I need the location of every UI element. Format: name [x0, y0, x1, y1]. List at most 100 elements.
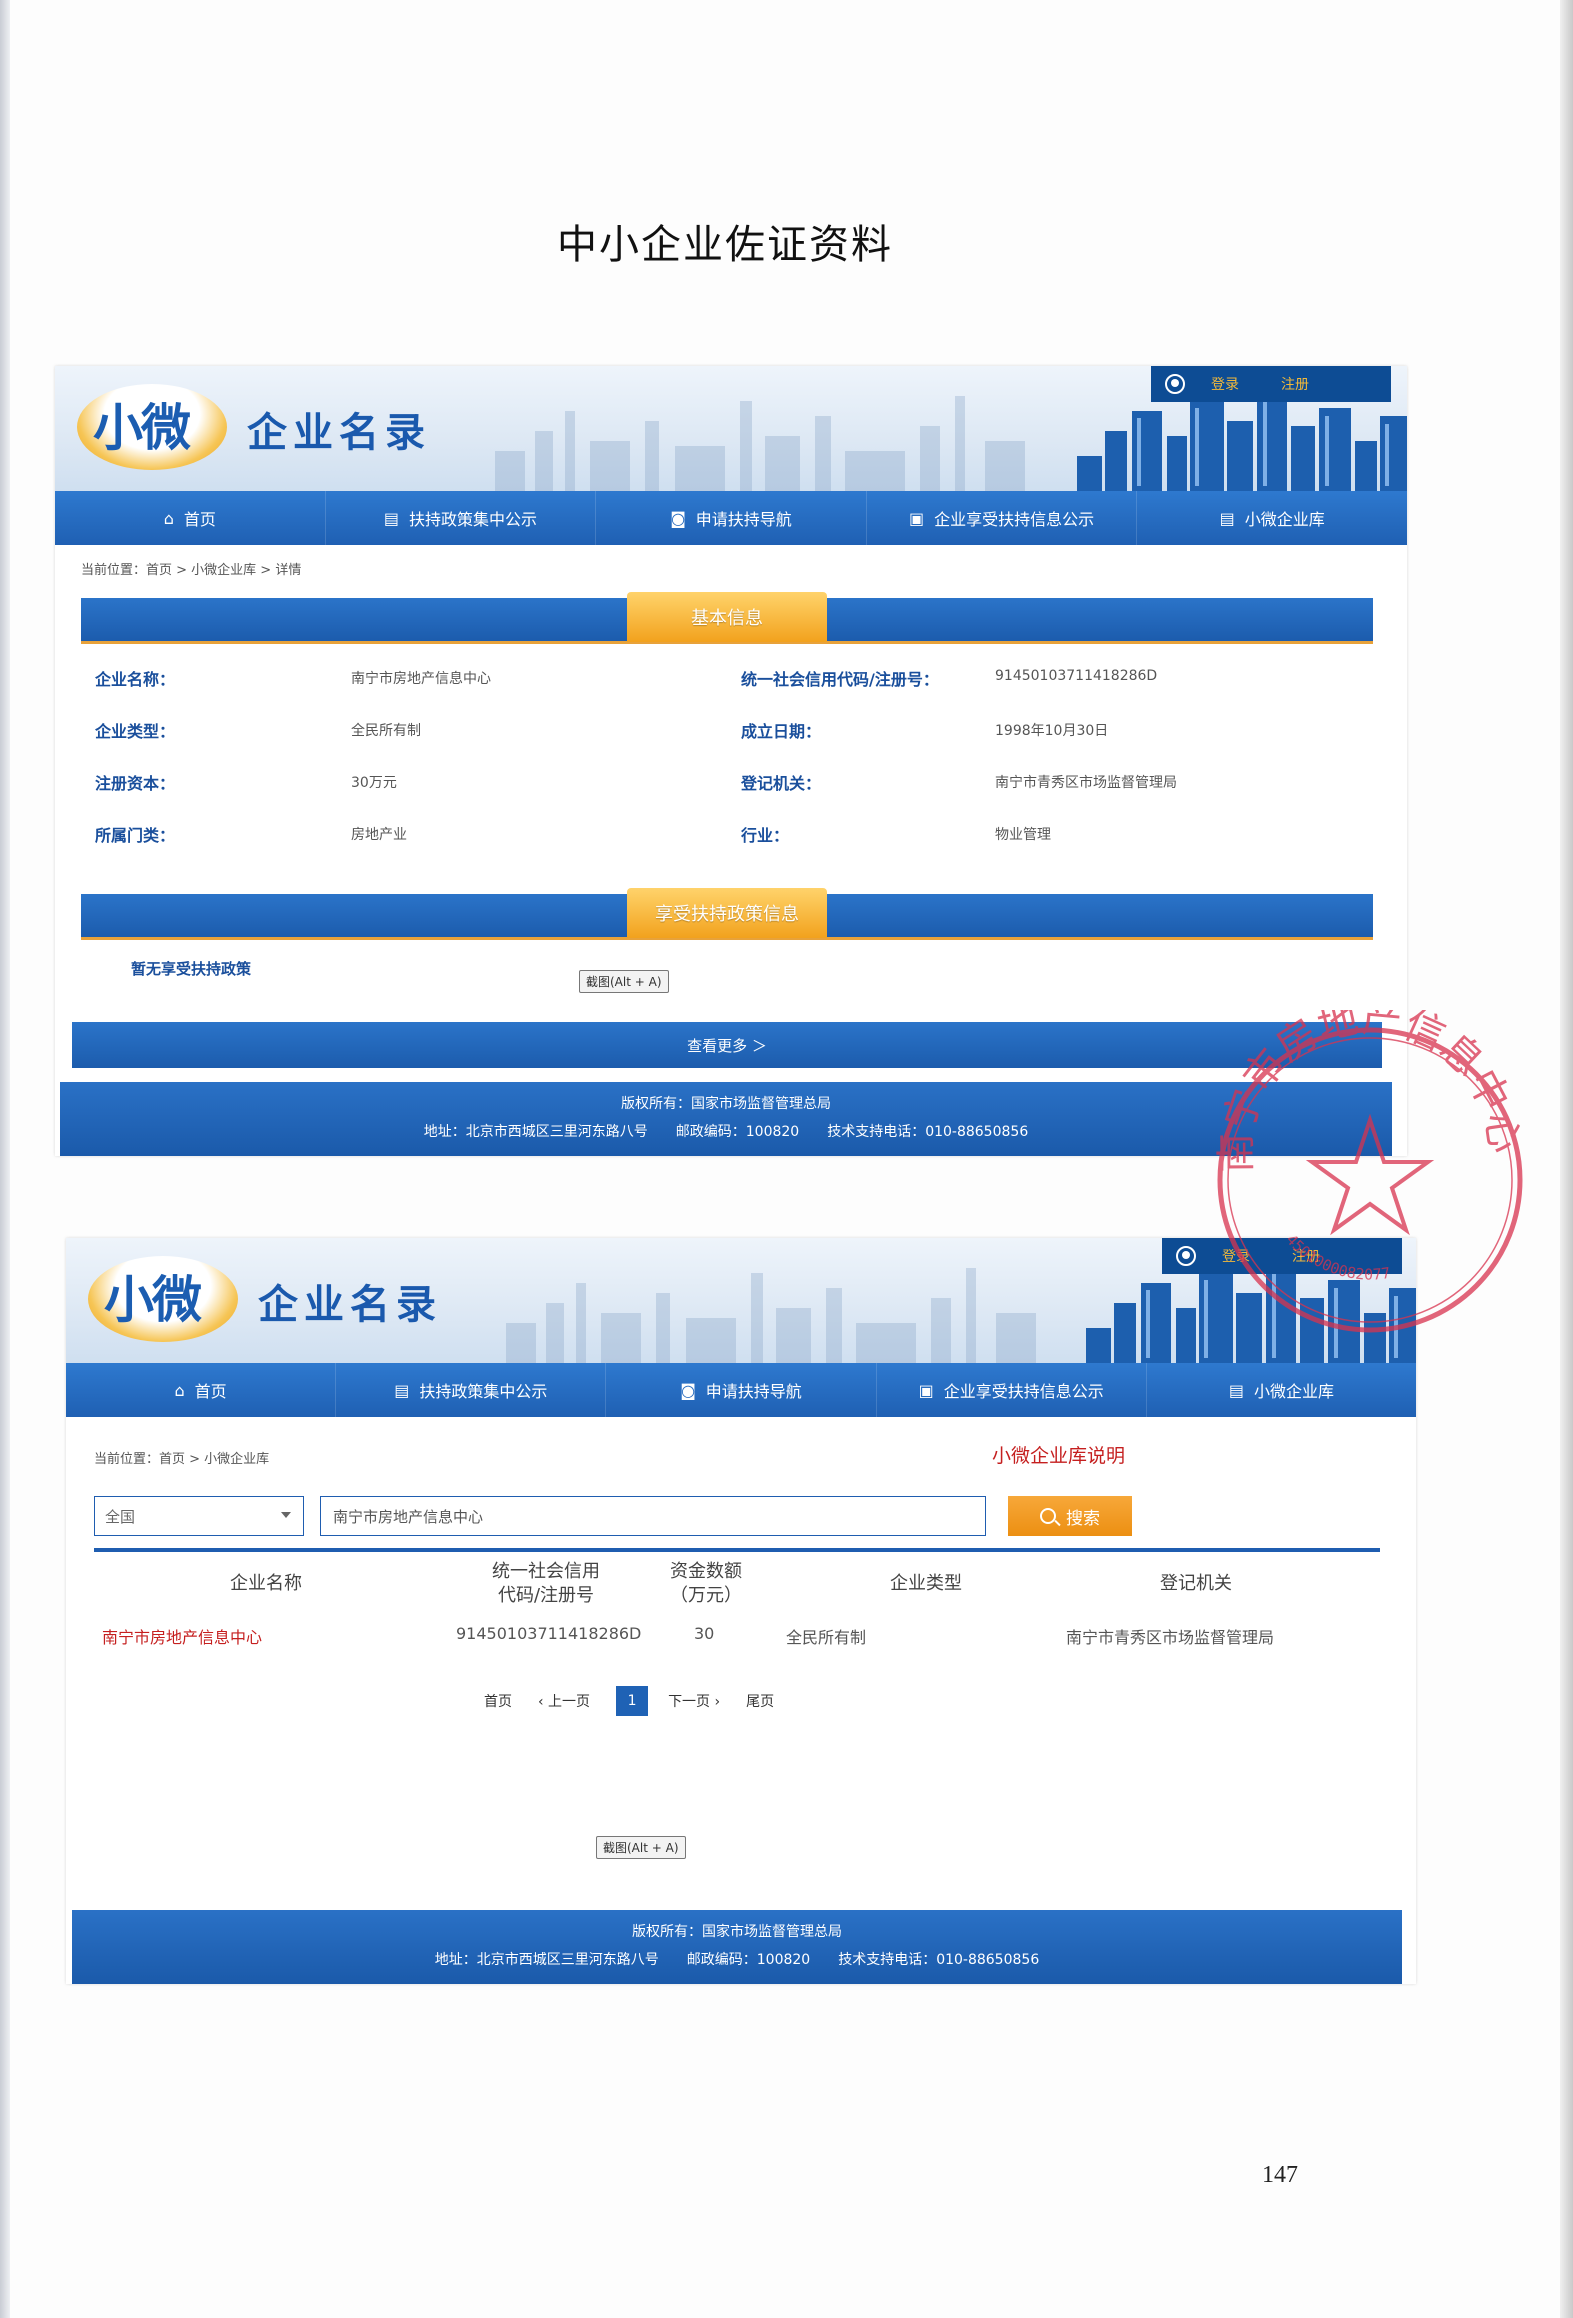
nav-enterprise-db[interactable]: ▤ 小微企业库 — [1137, 491, 1407, 545]
breadcrumb: 当前位置：首页 > 小微企业库 > 详情 — [81, 563, 302, 578]
main-nav: ⌂ 首页 ▤ 扶持政策集中公示 ◙ 申请扶持导航 ▣ 企业享受扶持信息公示 ▤ 小微企业库 — [66, 1363, 1416, 1417]
nav-support-info[interactable]: ▣ 企业享受扶持信息公示 — [877, 1363, 1147, 1417]
policy-info-bar: 享受扶持政策信息 — [81, 888, 1373, 940]
results-divider — [94, 1548, 1380, 1552]
row-type: 全民所有制 — [786, 1628, 867, 1647]
row-credit-code: 91450103711418286D — [456, 1624, 642, 1643]
nav-home[interactable]: ⌂ 首页 — [66, 1363, 337, 1417]
page-number: 147 — [1262, 2162, 1298, 2188]
search-value: 南宁市房地产信息中心 — [333, 1507, 484, 1526]
book-icon: ▤ — [394, 1380, 410, 1400]
col-header-capital: 资金数额 （万元） — [670, 1561, 742, 1606]
seal-text: 南宁市房地产信息中心 — [1214, 1010, 1527, 1173]
list-icon: ▤ — [1228, 1380, 1244, 1400]
clipboard-icon: ▣ — [918, 1380, 934, 1400]
col-header-code: 统一社会信用 代码/注册号 — [492, 1561, 600, 1606]
page-edge-left — [0, 0, 10, 2318]
pagination: 首页 ‹ 上一页 1 下一页 › 尾页 — [484, 1686, 800, 1716]
pager-last[interactable]: 尾页 — [746, 1691, 774, 1711]
pager-next[interactable]: 下一页 › — [668, 1691, 720, 1711]
faded-city-graphic — [506, 1268, 1036, 1363]
field-label-code: 统一社会信用代码/注册号： — [741, 670, 939, 689]
logo-text: 小微 — [93, 399, 191, 457]
navigation-icon: ◙ — [670, 508, 686, 528]
page-edge-right — [1560, 0, 1573, 2318]
search-input[interactable]: 南宁市房地产信息中心 — [320, 1496, 986, 1536]
svg-text:南宁市房地产信息中心: 南宁市房地产信息中心 — [1214, 1010, 1527, 1173]
policy-info-title: 享受扶持政策信息 — [627, 888, 827, 938]
field-label-authority: 登记机关： — [741, 774, 822, 793]
user-icon — [1165, 374, 1185, 394]
nav-support-info[interactable]: ▣ 企业享受扶持信息公示 — [867, 491, 1138, 545]
list-icon: ▤ — [1219, 508, 1235, 528]
no-policy-text: 暂无享受扶持政策 — [131, 960, 252, 978]
site-footer: 版权所有：国家市场监督管理总局 地址：北京市西城区三里河东路八号 邮政编码：10… — [60, 1082, 1392, 1156]
row-authority: 南宁市青秀区市场监督管理局 — [1066, 1628, 1275, 1647]
svg-text:4501000082077: 4501000082077 — [1282, 1231, 1391, 1284]
field-value-code: 91450103711418286D — [995, 668, 1158, 684]
col-header-name: 企业名称 — [230, 1573, 302, 1594]
pager-first[interactable]: 首页 — [484, 1691, 512, 1711]
field-label-founded: 成立日期： — [741, 722, 822, 741]
screenshot-chip: 截图(Alt + A) — [596, 1836, 686, 1859]
login-link[interactable]: 登录 — [1211, 374, 1239, 394]
basic-info-title: 基本信息 — [627, 592, 827, 642]
col-header-authority: 登记机关 — [1160, 1573, 1232, 1594]
footer-address: 地址：北京市西城区三里河东路八号 邮政编码：100820 技术支持电话：010-… — [434, 1952, 1040, 1968]
screenshot-chip: 截图(Alt + A) — [579, 970, 669, 993]
faded-city-graphic — [495, 396, 1025, 491]
nav-policy[interactable]: ▤ 扶持政策集中公示 — [326, 491, 597, 545]
site-banner: 小微 企业名录 登录 注册 — [55, 366, 1407, 491]
field-label-type: 企业类型： — [95, 722, 176, 741]
site-name: 企业名录 — [258, 1282, 442, 1328]
field-label-industry: 行业： — [741, 826, 790, 845]
home-icon: ⌂ — [174, 1380, 185, 1400]
col-header-type: 企业类型 — [890, 1573, 962, 1594]
kb-explanation-link[interactable]: 小微企业库说明 — [992, 1441, 1125, 1468]
pager-prev[interactable]: ‹ 上一页 — [538, 1691, 590, 1711]
region-select[interactable]: 全国 — [94, 1496, 304, 1536]
nav-apply-guide[interactable]: ◙ 申请扶持导航 — [606, 1363, 877, 1417]
row-company-name[interactable]: 南宁市房地产信息中心 — [102, 1624, 262, 1648]
field-value-capital: 30万元 — [351, 775, 397, 791]
basic-info-bar: 基本信息 — [81, 592, 1373, 644]
field-value-name: 南宁市房地产信息中心 — [351, 671, 491, 687]
pager-current[interactable]: 1 — [616, 1686, 649, 1716]
clipboard-icon: ▣ — [909, 508, 925, 528]
book-icon: ▤ — [383, 508, 399, 528]
field-label-capital: 注册资本： — [95, 774, 176, 793]
footer-copyright: 版权所有：国家市场监督管理总局 — [632, 1924, 842, 1940]
field-label-name: 企业名称： — [95, 670, 176, 689]
main-nav: ⌂ 首页 ▤ 扶持政策集中公示 ◙ 申请扶持导航 ▣ 企业享受扶持信息公示 ▤ 小微企业库 — [55, 491, 1407, 545]
nav-policy[interactable]: ▤ 扶持政策集中公示 — [336, 1363, 607, 1417]
navigation-icon: ◙ — [680, 1380, 696, 1400]
logo-text: 小微 — [104, 1271, 202, 1329]
search-icon — [1040, 1508, 1056, 1524]
site-footer: 版权所有：国家市场监督管理总局 地址：北京市西城区三里河东路八号 邮政编码：10… — [72, 1910, 1402, 1984]
user-icon — [1176, 1246, 1196, 1266]
login-register-box: 登录 注册 — [1151, 366, 1391, 402]
row-capital: 30 — [694, 1624, 715, 1643]
region-value: 全国 — [105, 1507, 136, 1526]
footer-address: 地址：北京市西城区三里河东路八号 邮政编码：100820 技术支持电话：010-… — [423, 1124, 1029, 1140]
footer-copyright: 版权所有：国家市场监督管理总局 — [621, 1096, 831, 1112]
field-value-authority: 南宁市青秀区市场监督管理局 — [995, 775, 1177, 791]
official-seal: 南宁市房地产信息中心 4501000082077 — [1214, 1010, 1527, 1333]
field-label-category: 所属门类： — [95, 826, 176, 845]
nav-apply-guide[interactable]: ◙ 申请扶持导航 — [596, 491, 867, 545]
chevron-down-icon — [281, 1512, 291, 1523]
search-button[interactable]: 搜索 — [1008, 1496, 1132, 1536]
nav-enterprise-db[interactable]: ▤ 小微企业库 — [1147, 1363, 1416, 1417]
document-title: 中小企业佐证资料 — [557, 222, 893, 268]
site-name: 企业名录 — [247, 410, 431, 456]
register-link[interactable]: 注册 — [1281, 374, 1309, 394]
view-more-label: 查看更多 ＞ — [687, 1036, 767, 1055]
field-value-type: 全民所有制 — [351, 723, 421, 739]
view-more-bar[interactable]: 查看更多 ＞ — [72, 1022, 1382, 1068]
nav-home[interactable]: ⌂ 首页 — [55, 491, 326, 545]
home-icon: ⌂ — [163, 508, 174, 528]
field-value-industry: 物业管理 — [995, 827, 1051, 843]
field-value-category: 房地产业 — [351, 827, 407, 843]
seal-number: 4501000082077 — [1282, 1231, 1391, 1284]
breadcrumb: 当前位置：首页 > 小微企业库 — [94, 1452, 270, 1467]
